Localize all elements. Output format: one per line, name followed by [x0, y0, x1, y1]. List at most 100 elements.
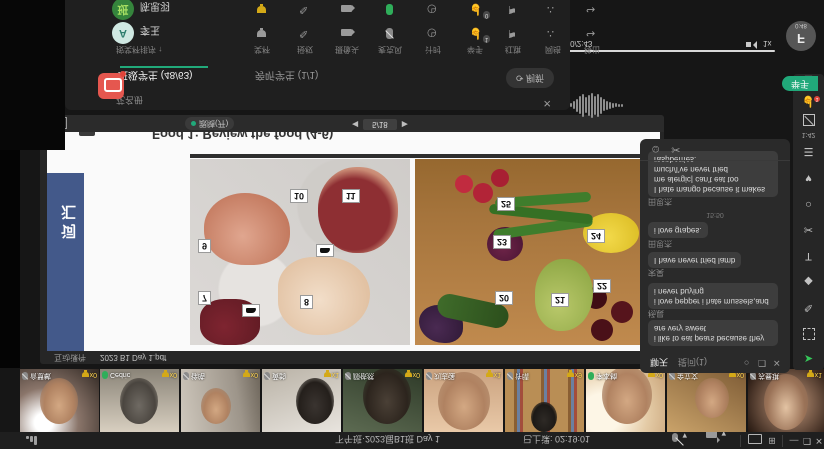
sort-order-label[interactable]: 按奖杯排序 ↑	[116, 44, 162, 55]
courseware-titlebar[interactable]: 互动课件 2023 B1 Day 1.pdf	[40, 351, 664, 364]
remove-icon[interactable]: ↪	[586, 27, 595, 40]
chat-message: i like to eat pears because they are ver…	[648, 320, 778, 346]
chat-popout-icon[interactable]: ❐	[758, 357, 766, 368]
student-face	[531, 402, 557, 432]
slide-side-banner: 词汇	[47, 173, 84, 351]
marquee-tool-icon[interactable]	[793, 325, 824, 340]
chat-input-bar[interactable]: ☺ ✂	[640, 139, 790, 161]
member-name: 陈思羽	[140, 0, 170, 15]
member-row[interactable]: 班 陈思羽 ✎ ◷ ☝ 0 ⚑ ∴ ↪	[65, 0, 570, 20]
timer-icon[interactable]: ◷	[427, 3, 437, 16]
chat-notification-bubble[interactable]	[98, 73, 124, 99]
mic-muted-icon	[669, 372, 675, 380]
timer-icon[interactable]: ◷	[427, 27, 437, 40]
network-icon: ∴	[547, 27, 554, 40]
student-name: 黄韵	[272, 371, 286, 381]
clip-icon[interactable]: ✂	[671, 143, 680, 156]
tab-questions[interactable]: 提问(1)	[678, 357, 707, 370]
chat-record-icon[interactable]: ○	[744, 358, 749, 368]
trophy-icon	[162, 372, 169, 377]
video-tile[interactable]: 金立文 x0	[667, 369, 746, 432]
refresh-button[interactable]: ⟳ 刷新	[506, 68, 554, 88]
teaching-tool-rail: ➤ ✎ ◆ T ✂ ○ ♥ ☰ 1:42 ☝ 1 ⊞	[793, 74, 824, 370]
raspberry	[473, 183, 493, 203]
tab-class-students[interactable]: 班级学生 (48/63)	[118, 69, 192, 84]
video-tile[interactable]: 徐皓 x0	[181, 369, 260, 432]
banner-label: 词汇	[57, 201, 78, 239]
video-tile[interactable]: 许晴 x9	[505, 369, 584, 432]
number-tag: 10	[290, 189, 308, 203]
trophy-icon[interactable]	[257, 30, 266, 37]
trophy-count: x0	[413, 371, 420, 378]
trophy-count: x0	[251, 371, 258, 378]
authorize-icon[interactable]: ✎	[299, 27, 308, 40]
legend-authorize: 授权	[283, 44, 327, 55]
members-close-icon[interactable]: ✕	[543, 97, 551, 108]
tab-chat[interactable]: 聊天	[650, 357, 668, 370]
heart-tool-icon[interactable]: ♥	[793, 172, 824, 184]
close-button[interactable]: ✕	[811, 432, 824, 449]
trophy-count: x1	[815, 371, 822, 378]
raise-hand-count: 0	[483, 11, 490, 19]
camera-icon[interactable]	[341, 5, 352, 12]
mic-on-icon	[588, 372, 594, 380]
student-face	[201, 388, 231, 424]
legend-remove: 移出	[570, 44, 614, 55]
video-tile[interactable]: 苏曼琪 x1	[748, 369, 824, 432]
student-face	[764, 374, 808, 430]
slide-canvas[interactable]: 词汇 7 8 9 10 11	[47, 132, 660, 351]
mic-on-icon[interactable]	[386, 4, 393, 15]
trophy-icon-gold[interactable]	[257, 6, 266, 13]
follow-toggle[interactable]: 跟随(开)	[185, 117, 234, 130]
tab-audit-students[interactable]: 旁听学生 (1/1)	[255, 69, 318, 84]
student-face	[296, 378, 334, 424]
raise-hand-button[interactable]: 举手	[782, 76, 818, 91]
pen-tool-icon[interactable]: ✎	[793, 301, 824, 314]
emoji-icon[interactable]: ☺	[650, 144, 661, 156]
presenter-bubble[interactable]: F 0:48	[786, 21, 816, 51]
circle-tool-icon[interactable]: ○	[793, 198, 824, 210]
number-tag: 25	[497, 197, 515, 211]
scissors-tool-icon[interactable]: ✂	[793, 223, 824, 236]
presenter-timer: 0:48	[786, 22, 816, 28]
prev-page-button[interactable]: ◀	[352, 120, 358, 129]
mic-muted-icon[interactable]	[386, 28, 393, 39]
trophy-icon	[567, 372, 574, 377]
network-signal-icon	[26, 436, 40, 445]
authorize-icon[interactable]: ✎	[299, 3, 308, 16]
shape-tool-icon[interactable]: ◆	[793, 275, 824, 288]
slide-divider-rule	[190, 154, 659, 158]
video-tile[interactable]: 俞慧敏 x0	[20, 369, 99, 432]
video-tile[interactable]: 黄韵 x1	[262, 369, 341, 432]
trophy-icon	[807, 372, 814, 377]
playback-speed[interactable]: 1x	[763, 39, 771, 48]
text-tool-icon[interactable]: T	[793, 250, 824, 262]
trophy-icon	[243, 372, 250, 377]
student-name: 徐皓	[191, 371, 205, 381]
chat-message: i love grapes.	[648, 222, 708, 238]
mic-dropdown-arrow[interactable]: ▾	[682, 431, 687, 441]
video-tile[interactable]: Cedric x0	[100, 369, 179, 432]
screen-share-icon[interactable]	[748, 434, 762, 444]
list-tool-icon[interactable]: ☰	[793, 145, 824, 158]
next-page-button[interactable]: ▶	[402, 120, 408, 129]
video-tile[interactable]: 顾依然 x0	[343, 369, 422, 432]
speaker-icon[interactable]	[746, 42, 751, 47]
raise-hand-icon[interactable]: ☝	[469, 3, 483, 16]
flag-icon[interactable]: ⚑	[507, 27, 517, 40]
member-row[interactable]: A 李玉 ✎ ◷ ☝ 1 ⚑ ∴ ↪	[65, 20, 570, 44]
chat-close-icon[interactable]: ✕	[773, 357, 781, 368]
cow-icon-tag	[242, 304, 260, 317]
camera-icon[interactable]	[341, 29, 352, 36]
flag-icon[interactable]: ⚑	[507, 3, 517, 16]
number-tag: 24	[587, 229, 605, 243]
cherry	[611, 301, 633, 323]
slide-corner-chip[interactable]: ≡	[79, 132, 95, 136]
layout-grid-button[interactable]: ⊞	[764, 432, 780, 449]
remove-icon[interactable]: ↪	[586, 3, 595, 16]
no-draw-icon[interactable]	[793, 111, 824, 126]
cursor-tool-icon[interactable]: ➤	[793, 352, 824, 365]
video-tile[interactable]: 刘志强 x1	[424, 369, 503, 432]
video-tile[interactable]: 李本楠 x0	[586, 369, 665, 432]
raise-hand-icon[interactable]: ☝	[469, 27, 483, 40]
